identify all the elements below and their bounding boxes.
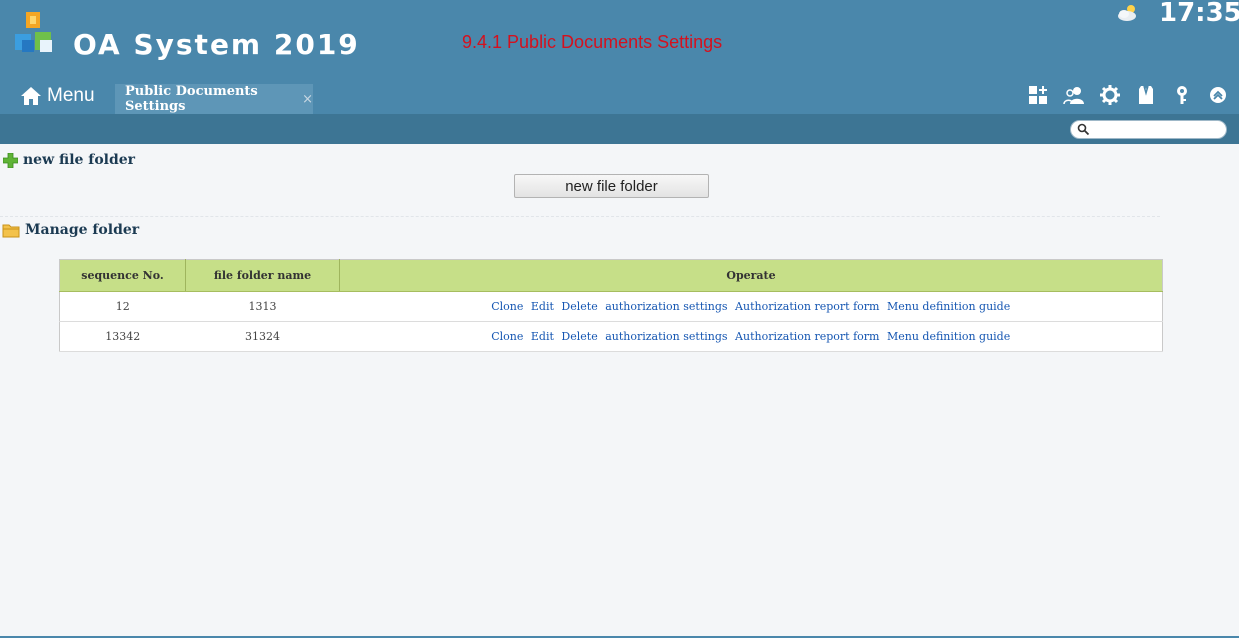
gear-icon[interactable] [1099,84,1121,106]
shirt-icon[interactable] [1135,84,1157,106]
chevron-up-icon[interactable] [1207,84,1229,106]
cell-operations: Clone Edit Delete authorization settings… [339,291,1163,322]
clone-link[interactable]: Clone [491,330,523,343]
divider [0,216,1160,217]
weather-cloud-icon [1118,5,1136,21]
clone-link[interactable]: Clone [491,300,523,313]
user-group-icon[interactable] [1063,84,1085,106]
cell-operations: Clone Edit Delete authorization settings… [339,321,1163,352]
new-file-folder-button[interactable]: new file folder [514,174,709,198]
authorization-settings-link[interactable]: authorization settings [605,330,727,343]
key-icon[interactable] [1171,84,1193,106]
manage-folder-title: Manage folder [25,222,140,238]
add-plus-icon [3,152,18,168]
tab-public-documents-settings[interactable]: Public Documents Settings × [115,84,313,114]
table-row: 12 1313 Clone Edit Delete authorization … [59,291,1163,322]
app-title: OA System 2019 [73,28,360,61]
folder-icon [2,224,20,237]
cell-sequence: 12 [59,291,186,322]
app-logo-icon [15,12,52,52]
authorization-report-form-link[interactable]: Authorization report form [735,300,879,313]
search-box[interactable] [1070,120,1227,139]
delete-link[interactable]: Delete [561,330,597,343]
menu-definition-guide-link[interactable]: Menu definition guide [887,330,1010,343]
page-heading: 9.4.1 Public Documents Settings [462,32,723,52]
clock: 17:35 [1159,0,1239,28]
authorization-settings-link[interactable]: authorization settings [605,300,727,313]
menu-label: Menu [47,85,95,106]
column-header-operate: Operate [339,259,1163,292]
grid-add-icon[interactable] [1027,84,1049,106]
table-header-row: sequence No. file folder name Operate [59,259,1163,292]
sub-bar [0,114,1239,144]
delete-link[interactable]: Delete [561,300,597,313]
column-header-sequence: sequence No. [59,259,186,292]
search-icon [1077,123,1090,136]
edit-link[interactable]: Edit [531,330,554,343]
toolbar [1027,84,1229,106]
menu-definition-guide-link[interactable]: Menu definition guide [887,300,1010,313]
authorization-report-form-link[interactable]: Authorization report form [735,330,879,343]
app-header: OA System 2019 9.4.1 Public Documents Se… [0,0,1239,144]
edit-link[interactable]: Edit [531,300,554,313]
menu-button[interactable]: Menu [20,82,95,110]
home-icon [21,87,41,105]
tab-label: Public Documents Settings [125,84,258,114]
cell-folder-name: 31324 [185,321,340,352]
cell-folder-name: 1313 [185,291,340,322]
search-input[interactable] [1093,122,1221,137]
new-folder-section-title: new file folder [3,152,135,168]
close-icon[interactable]: × [302,92,313,107]
column-header-folder-name: file folder name [185,259,340,292]
new-folder-title: new file folder [23,152,136,168]
cell-sequence: 13342 [59,321,186,352]
table-row: 13342 31324 Clone Edit Delete authorizat… [59,321,1163,352]
folder-table: sequence No. file folder name Operate 12… [59,259,1163,352]
manage-folder-section-title: Manage folder [2,222,139,238]
